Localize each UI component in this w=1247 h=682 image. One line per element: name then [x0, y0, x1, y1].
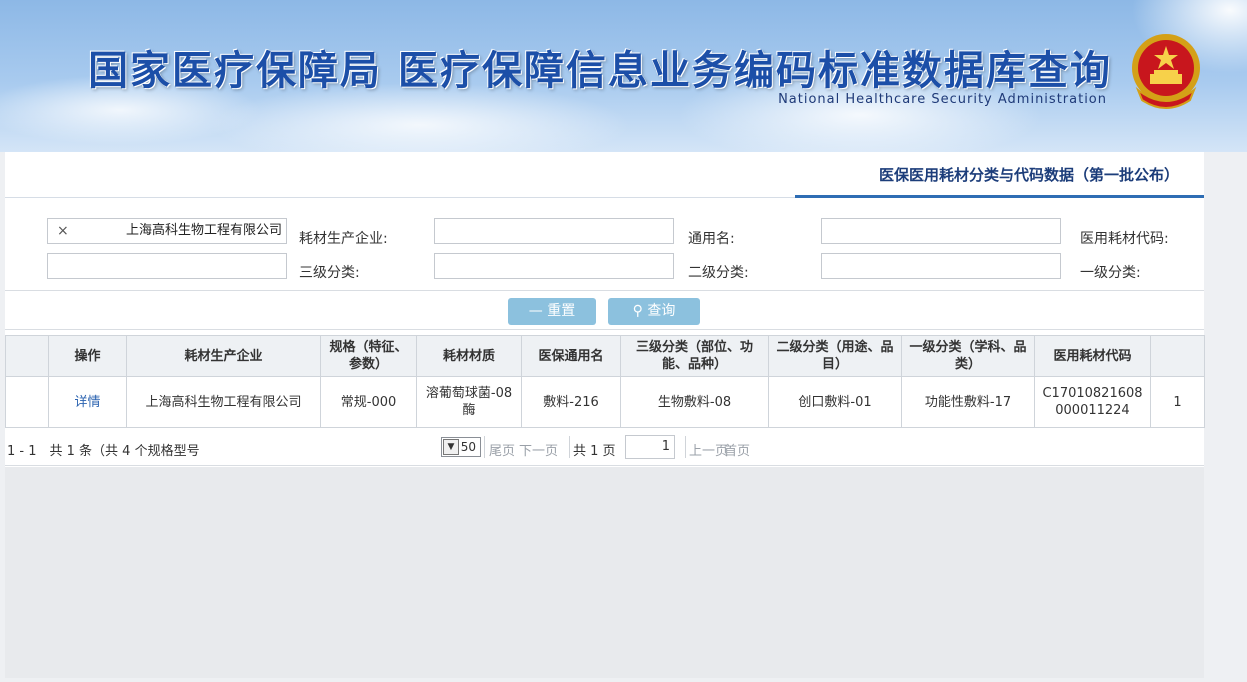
pager-separator: [569, 436, 570, 458]
header-blank: [5, 335, 49, 377]
page-size-select[interactable]: ▼ 50: [441, 437, 481, 457]
cell-spec: 000-常规: [320, 376, 417, 428]
header-level1: 一级分类（学科、品类）: [901, 335, 1035, 377]
site-subtitle: National Healthcare Security Administrat…: [778, 92, 1107, 107]
reset-button[interactable]: — 重置: [508, 298, 596, 325]
results-table: 医用耗材代码 一级分类（学科、品类） 二级分类（用途、品目） 三级分类（部位、功…: [5, 335, 1205, 428]
cell-level2: 01-创口敷料: [768, 376, 902, 428]
cell-manufacturer: 上海高科生物工程有限公司: [126, 376, 321, 428]
button-divider: [5, 329, 1204, 330]
manufacturer-label: 耗材生产企业:: [299, 231, 388, 247]
section-active-line: [795, 195, 1204, 198]
details-link[interactable]: 详情: [48, 376, 127, 428]
level2-input[interactable]: [434, 253, 674, 279]
cell-code: C17010821608000011224: [1034, 376, 1151, 428]
header-material: 耗材材质: [416, 335, 522, 377]
main-panel: 医保医用耗材分类与代码数据（第一批公布） 医用耗材代码: 通用名: 耗材生产企业…: [5, 152, 1205, 678]
pager-separator: [685, 436, 686, 458]
header-banner: 国家医疗保障局 医疗保障信息业务编码标准数据库查询 National Healt…: [0, 0, 1247, 152]
search-icon: ⚲: [632, 303, 643, 319]
chevron-down-icon: ▼: [443, 439, 459, 455]
minus-icon: —: [528, 303, 543, 319]
header-code: 医用耗材代码: [1034, 335, 1151, 377]
level3-label: 三级分类:: [299, 265, 360, 281]
national-emblem-icon: [1132, 34, 1200, 109]
header-spec: 规格（特征、参数）: [320, 335, 417, 377]
cell-common-name: 216-敷料: [521, 376, 621, 428]
level2-label: 二级分类:: [688, 265, 749, 281]
header-level2: 二级分类（用途、品目）: [768, 335, 902, 377]
pager-separator: [484, 436, 485, 458]
pager-divider: [5, 465, 1204, 466]
next-page-link[interactable]: 下一页: [519, 440, 558, 459]
site-title: 国家医疗保障局 医疗保障信息业务编码标准数据库查询: [88, 48, 1112, 94]
common-name-input[interactable]: [434, 218, 674, 244]
cell-material: 08-溶葡萄球菌酶: [416, 376, 522, 428]
filter-divider: [5, 290, 1204, 291]
last-page-link[interactable]: 尾页: [489, 440, 515, 459]
manufacturer-input[interactable]: 上海高科生物工程有限公司: [47, 218, 287, 244]
cell-level3: 08-生物敷料: [620, 376, 769, 428]
total-pages-text: 共 1 页: [573, 444, 616, 459]
cell-index: 1: [1150, 376, 1205, 428]
header-action: 操作: [48, 335, 127, 377]
header-common-name: 医保通用名: [521, 335, 621, 377]
cell-level1: 17-功能性敷料: [901, 376, 1035, 428]
table-row[interactable]: 1 C17010821608000011224 17-功能性敷料 01-创口敷料…: [5, 376, 1205, 428]
page-number-input[interactable]: 1: [625, 435, 675, 459]
level1-label: 一级分类:: [1080, 265, 1141, 281]
section-title: 医保医用耗材分类与代码数据（第一批公布）: [878, 166, 1179, 184]
query-button[interactable]: ⚲ 查询: [608, 298, 700, 325]
header-manufacturer: 耗材生产企业: [126, 335, 321, 377]
cell-blank: [5, 376, 49, 428]
header-level3: 三级分类（部位、功能、品种）: [620, 335, 769, 377]
pager-summary: 1 - 1 共 1 条（共 4 个规格型号: [7, 444, 200, 459]
prev-page-link[interactable]: 上一页: [689, 440, 728, 459]
clear-icon[interactable]: ×: [57, 223, 69, 239]
header-index: [1150, 335, 1205, 377]
code-label: 医用耗材代码:: [1080, 231, 1169, 247]
table-header-row: 医用耗材代码 一级分类（学科、品类） 二级分类（用途、品目） 三级分类（部位、功…: [5, 335, 1205, 377]
code-input[interactable]: [821, 218, 1061, 244]
common-name-label: 通用名:: [688, 231, 735, 247]
level3-input[interactable]: [47, 253, 287, 279]
level1-input[interactable]: [821, 253, 1061, 279]
